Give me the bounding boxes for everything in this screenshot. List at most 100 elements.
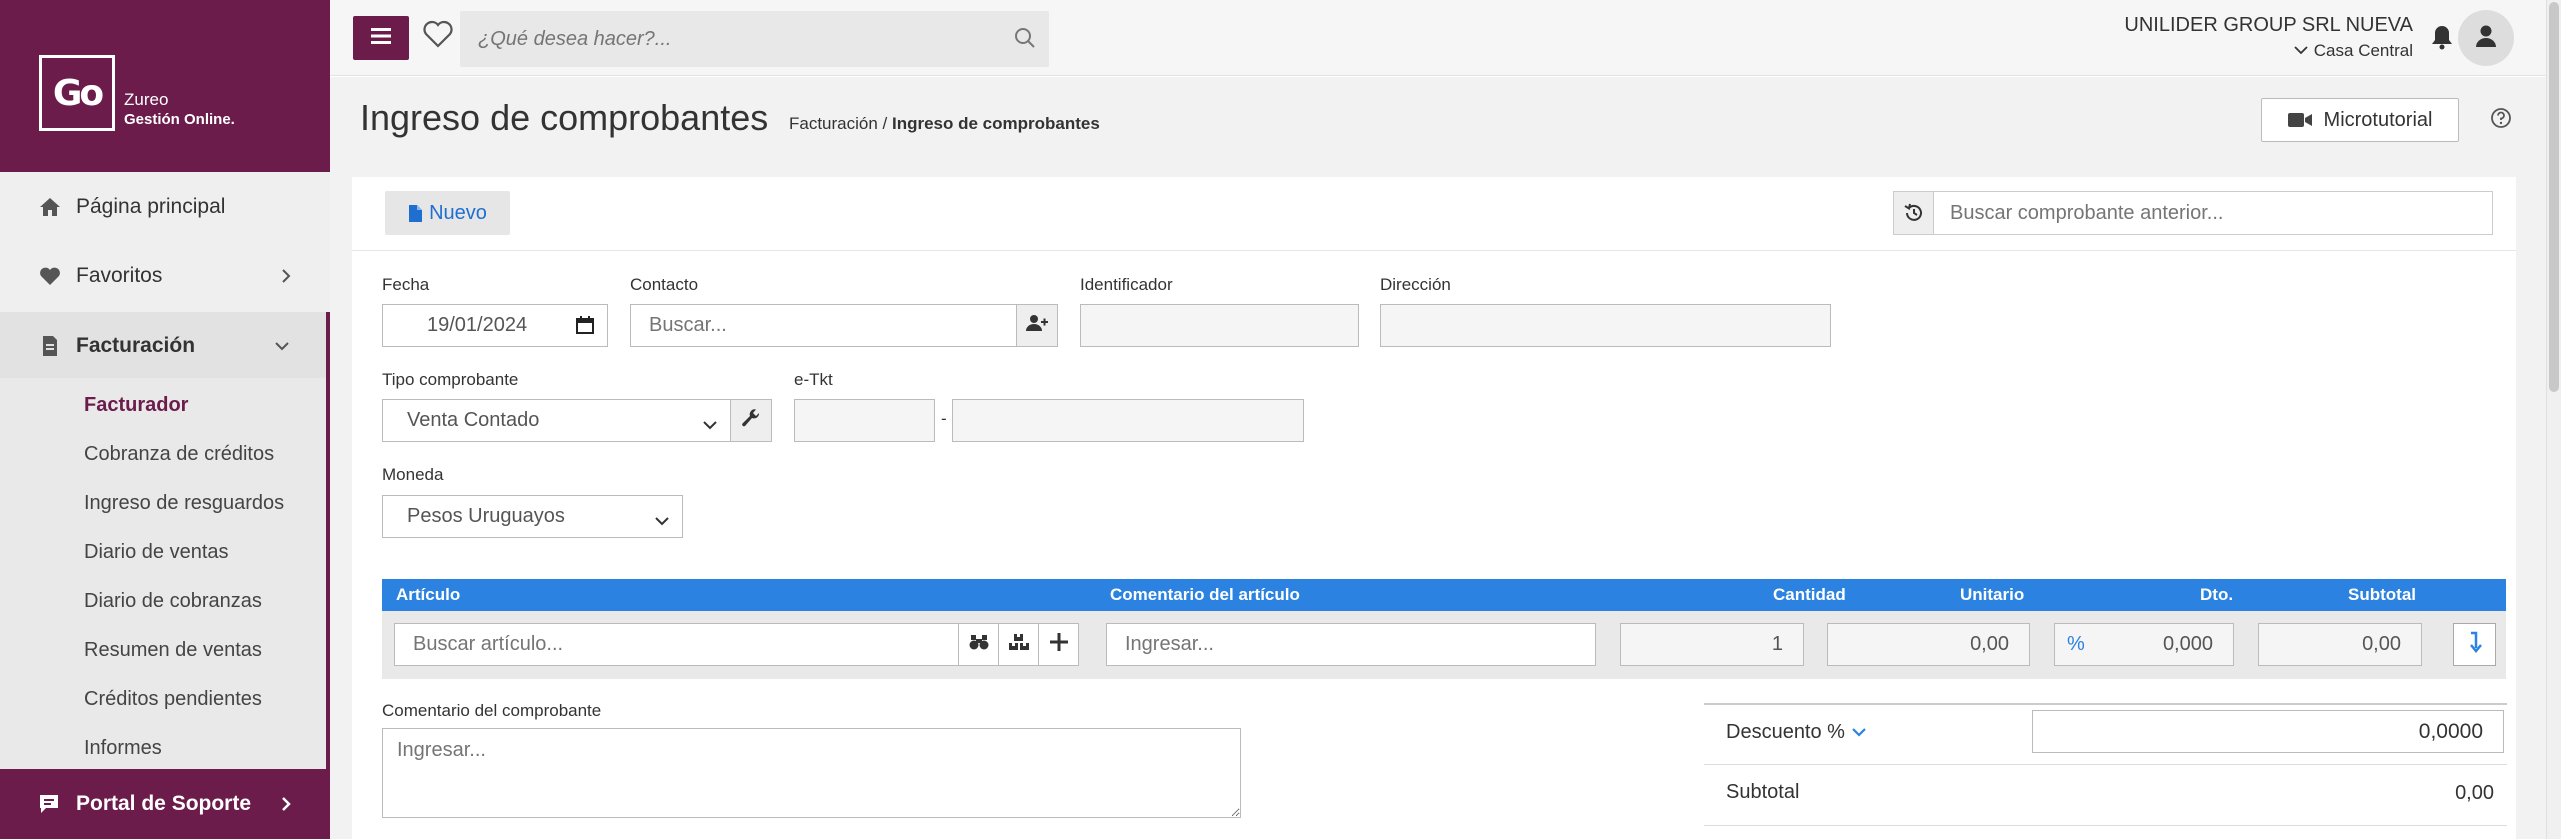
article-search-input[interactable] — [413, 633, 958, 656]
col-dto: Dto. — [2200, 585, 2234, 604]
home-icon — [38, 195, 62, 219]
user-avatar[interactable] — [2458, 10, 2514, 66]
sidebar-item-home[interactable]: Página principal — [0, 173, 330, 241]
facturacion-submenu: Facturador Cobranza de créditos Ingreso … — [0, 378, 330, 770]
video-camera-icon — [2287, 112, 2312, 128]
articles-table-header: Artículo Comentario del artículo Cantida… — [382, 579, 2506, 611]
notifications-button[interactable] — [2431, 24, 2453, 55]
totals-divider — [1704, 703, 2507, 705]
scrollbar-thumb[interactable] — [2549, 2, 2559, 392]
branch-row[interactable]: Casa Central — [2124, 41, 2413, 61]
previous-voucher-search[interactable] — [1893, 191, 2493, 235]
article-comment-field[interactable] — [1106, 623, 1596, 666]
moneda-select[interactable]: Pesos Uruguayos — [382, 495, 683, 538]
global-search[interactable] — [460, 11, 1049, 67]
subtotal-linea-field[interactable]: 0,00 — [2258, 623, 2422, 666]
identificador-field[interactable] — [1080, 304, 1359, 347]
direccion-label: Dirección — [1380, 275, 1451, 294]
unitario-field[interactable]: 0,00 — [1827, 623, 2030, 666]
etkt-series-field[interactable] — [794, 399, 935, 442]
sidebar-subitem-resumen-ventas[interactable]: Resumen de ventas — [84, 635, 262, 665]
plus-icon — [1049, 633, 1068, 656]
sidebar-subitem-creditos-pendientes[interactable]: Créditos pendientes — [84, 684, 262, 714]
chevron-down-icon — [270, 334, 294, 358]
subtotal-linea-value: 0,00 — [2362, 633, 2401, 655]
breadcrumb-parent[interactable]: Facturación — [789, 114, 878, 133]
sidebar-subitem-informes[interactable]: Informes — [84, 733, 162, 763]
microtutorial-label: Microtutorial — [2323, 108, 2433, 131]
discount-label: Descuento % — [1726, 721, 1845, 743]
fecha-field[interactable]: 19/01/2024 — [382, 304, 608, 347]
history-icon[interactable] — [1894, 192, 1934, 234]
descuento-linea-field[interactable]: % 0,000 — [2054, 623, 2234, 666]
branch-name: Casa Central — [2313, 41, 2413, 60]
new-voucher-button[interactable]: Nuevo — [385, 191, 510, 235]
cantidad-field[interactable]: 1 — [1620, 623, 1804, 666]
sidebar-subitem-facturador[interactable]: Facturador — [84, 390, 188, 420]
user-icon — [2475, 24, 2497, 53]
article-search-button[interactable] — [958, 623, 999, 666]
favorite-toggle-button[interactable] — [420, 18, 456, 54]
article-entry-row: 1 0,00 % 0,000 0,00 — [382, 611, 2506, 679]
direccion-field[interactable] — [1380, 304, 1831, 347]
help-button[interactable] — [2490, 107, 2512, 134]
sidebar-subitem-diario-cobranzas[interactable]: Diario de cobranzas — [84, 586, 262, 616]
col-subtotal: Subtotal — [2348, 585, 2416, 604]
comment-textarea[interactable] — [382, 728, 1241, 818]
descuento-linea-value: 0,000 — [2162, 633, 2213, 655]
sidebar-subitem-resguardos[interactable]: Ingreso de resguardos — [84, 488, 284, 518]
company-selector[interactable]: UNILIDER GROUP SRL NUEVA Casa Central — [2124, 14, 2413, 61]
previous-voucher-input[interactable] — [1934, 192, 2492, 234]
company-name: UNILIDER GROUP SRL NUEVA — [2124, 14, 2413, 36]
subtotal-value: 0,00 — [2455, 782, 2494, 804]
chat-icon — [38, 793, 60, 815]
sidebar-item-label: Facturación — [76, 334, 196, 357]
chevron-down-icon — [702, 414, 718, 437]
menu-toggle-button[interactable] — [353, 16, 409, 60]
logo-mark[interactable]: Go — [39, 55, 115, 131]
identificador-label: Identificador — [1080, 275, 1173, 294]
sidebar-subitem-cobranza[interactable]: Cobranza de créditos — [84, 439, 274, 469]
etkt-number-field[interactable] — [952, 399, 1304, 442]
sidebar-item-favoritos[interactable]: Favoritos — [0, 242, 330, 310]
add-article-button[interactable] — [1038, 623, 1079, 666]
page-scrollbar[interactable] — [2546, 0, 2561, 839]
percent-symbol: % — [2067, 633, 2085, 655]
discount-field[interactable]: 0,0000 — [2032, 710, 2504, 753]
totals-divider — [1704, 764, 2507, 765]
article-comment-input[interactable] — [1125, 633, 1595, 656]
subtotal-label: Subtotal — [1726, 781, 1800, 803]
tipo-settings-button[interactable] — [730, 399, 772, 442]
contacto-input[interactable] — [649, 314, 1016, 337]
article-advanced-search-button[interactable] — [998, 623, 1039, 666]
file-icon — [408, 204, 423, 223]
sidebar-subitem-diario-ventas[interactable]: Diario de ventas — [84, 537, 229, 567]
voucher-form-card: Nuevo Fecha 19/01/2024 Contacto — [352, 177, 2516, 839]
breadcrumb: Facturación / Ingreso de comprobantes — [789, 114, 1100, 134]
chevron-right-icon — [274, 264, 298, 288]
totals-divider — [1704, 825, 2507, 826]
sidebar-item-facturacion[interactable]: Facturación — [0, 312, 330, 380]
col-unitario: Unitario — [1960, 585, 2025, 604]
add-contact-button[interactable] — [1016, 304, 1058, 347]
etkt-separator: - — [941, 409, 947, 428]
chevron-down-icon — [2293, 41, 2314, 60]
arrow-turn-down-icon — [2468, 631, 2482, 658]
calendar-icon[interactable] — [575, 315, 595, 341]
fecha-value: 19/01/2024 — [427, 314, 528, 336]
page-title: Ingreso de comprobantes — [360, 97, 769, 138]
tipo-comprobante-select[interactable]: Venta Contado — [382, 399, 731, 442]
brand-header: Go Zureo Gestión Online. — [0, 0, 330, 172]
sidebar-item-label: Página principal — [76, 195, 226, 218]
moneda-value: Pesos Uruguayos — [407, 505, 565, 527]
discount-mode-toggle[interactable]: Descuento % — [1726, 721, 1867, 744]
support-portal-link[interactable]: Portal de Soporte — [0, 769, 330, 839]
contacto-field[interactable] — [630, 304, 1017, 347]
microtutorial-button[interactable]: Microtutorial — [2261, 98, 2459, 142]
article-search-field[interactable] — [394, 623, 959, 666]
search-icon[interactable] — [1013, 26, 1037, 55]
brand-tagline: Gestión Online. — [124, 111, 235, 128]
invoice-icon — [38, 334, 62, 358]
insert-line-button[interactable] — [2453, 623, 2496, 666]
global-search-input[interactable] — [460, 11, 1049, 67]
